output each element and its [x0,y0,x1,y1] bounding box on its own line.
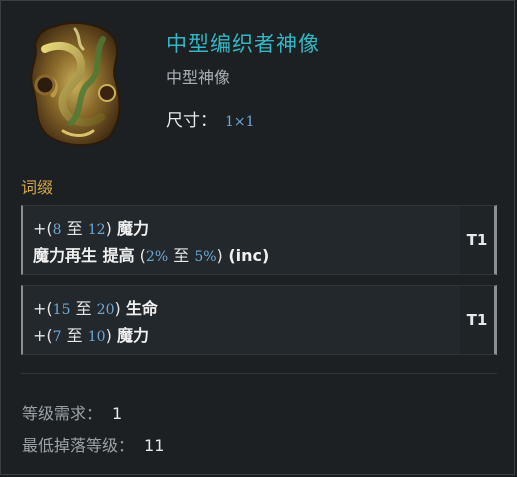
affixes-title: 词缀 [21,178,54,197]
affix-line: 魔力再生 提高 (2% 至 5%) (inc) [33,246,270,265]
size-label: 尺寸： [166,111,217,131]
affix-min: 8 [52,222,62,238]
idol-icon [30,21,121,147]
item-size: 尺寸： 1×1 [166,106,255,131]
affix-max: 5% [194,249,217,265]
affix-min: 15 [52,302,71,318]
level-requirement: 等级需求： 1 [22,400,122,424]
divider [21,373,497,374]
requirement-value: 1 [112,404,123,423]
requirement-label: 等级需求： [22,404,103,423]
affix-max: 12 [87,222,106,238]
item-tooltip: 中型编织者神像 中型神像 尺寸： 1×1 词缀 +(8 至 12) 魔力 魔力再… [0,0,515,475]
affix-group: +(8 至 12) 魔力 魔力再生 提高 (2% 至 5%) (inc) T1 [21,205,497,275]
requirement-value: 11 [144,436,165,455]
affix-line: +(15 至 20) 生命 [33,299,158,318]
affix-stat: 生命 [125,299,158,318]
affix-stat: 魔力 [116,219,149,238]
affix-tier-badge: T1 [460,206,494,274]
affix-max: 10 [87,329,106,345]
affix-stat: 魔力 [116,326,149,345]
item-name: 中型编织者神像 [166,32,320,56]
affix-tier-badge: T1 [460,286,494,354]
requirement-label: 最低掉落等级： [22,436,135,455]
affix-stat: 魔力再生 提高 [33,246,135,265]
affix-line: +(7 至 10) 魔力 [33,326,149,345]
affix-min: 2% [145,249,169,265]
size-value: 1×1 [225,114,255,130]
affix-max: 20 [96,302,115,318]
affix-min: 7 [52,329,62,345]
affix-group: +(15 至 20) 生命 +(7 至 10) 魔力 T1 [21,285,497,355]
item-type: 中型神像 [166,68,231,87]
min-drop-level: 最低掉落等级： 11 [22,432,164,456]
affix-line: +(8 至 12) 魔力 [33,219,149,238]
